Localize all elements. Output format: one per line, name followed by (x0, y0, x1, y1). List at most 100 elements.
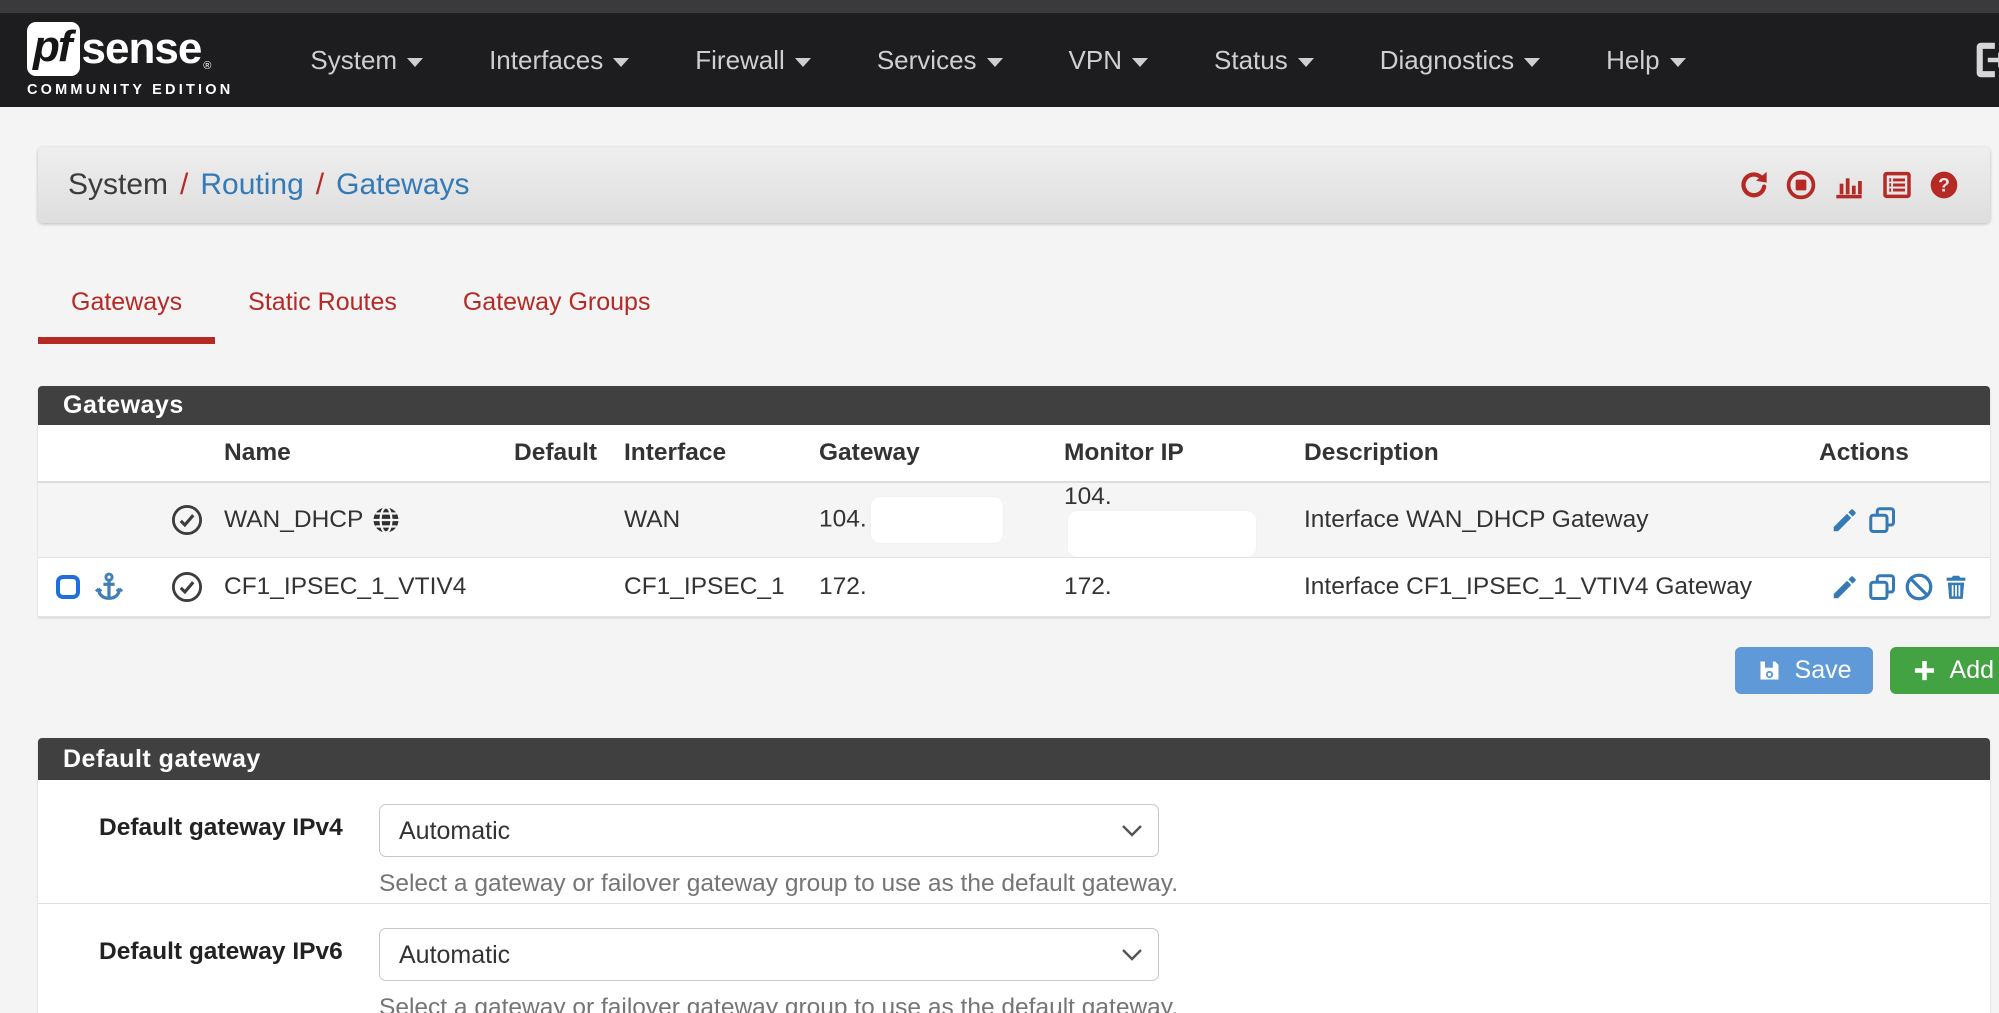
window-top-strip (0, 0, 1999, 13)
help-icon[interactable]: ? (1928, 169, 1960, 201)
row-name-cell: WAN_DHCP (216, 482, 506, 558)
nav-item-interfaces[interactable]: Interfaces (456, 13, 662, 107)
pfsense-logo-wordmark: pf sense ® (27, 22, 233, 76)
default-gateway-ipv4-label: Default gateway IPv4 (99, 814, 343, 842)
col-actions: Actions (1811, 425, 1990, 482)
chevron-down-icon (1670, 58, 1686, 67)
row-status-cell (158, 558, 216, 617)
breadcrumb-section: System (68, 168, 168, 202)
routing-tabs: Gateways Static Routes Gateway Groups (38, 274, 1999, 344)
bar-chart-icon[interactable] (1832, 169, 1866, 201)
nav-item-diagnostics[interactable]: Diagnostics (1347, 13, 1573, 107)
col-interface: Interface (616, 425, 811, 482)
form-row-default-gateway-ipv4: Default gateway IPv4 Automatic Select a … (38, 780, 1990, 903)
row-monitor-cell: 104. (1056, 482, 1296, 558)
row-interface-cell: WAN (616, 482, 811, 558)
main-navbar: pf sense ® COMMUNITY EDITION System Inte… (0, 13, 1999, 107)
col-gateway: Gateway (811, 425, 1056, 482)
breadcrumb-link-gateways[interactable]: Gateways (336, 168, 469, 202)
copy-icon[interactable] (1867, 572, 1897, 602)
copy-icon[interactable] (1867, 505, 1897, 535)
svg-text:?: ? (1938, 176, 1950, 197)
gateways-table: Name Default Interface Gateway Monitor I… (38, 425, 1990, 617)
default-gateway-ipv6-select[interactable]: Automatic (379, 928, 1159, 981)
col-name: Name (216, 425, 506, 482)
chevron-down-icon (795, 58, 811, 67)
nav-item-status[interactable]: Status (1181, 13, 1347, 107)
nav-item-label: Help (1606, 45, 1659, 76)
log-list-icon[interactable] (1881, 169, 1913, 201)
col-drag (38, 425, 158, 482)
nav-item-label: Interfaces (489, 45, 603, 76)
add-button-label: Add (1950, 656, 1994, 685)
tab-static-routes[interactable]: Static Routes (215, 274, 430, 344)
stop-circle-icon[interactable] (1785, 169, 1817, 201)
row-actions-cell (1811, 558, 1990, 617)
sign-out-icon[interactable] (1969, 37, 1999, 83)
redaction-box (871, 497, 1003, 543)
row-actions-cell (1811, 482, 1990, 558)
default-gateway-ipv4-select[interactable]: Automatic (379, 804, 1159, 857)
nav-item-help[interactable]: Help (1573, 13, 1718, 107)
breadcrumb-bar: System / Routing / Gateways ? (38, 147, 1990, 223)
chevron-down-icon (407, 58, 423, 67)
nav-item-label: Status (1214, 45, 1288, 76)
globe-icon (371, 505, 401, 535)
logo-pf: pf (27, 22, 80, 76)
table-header-row: Name Default Interface Gateway Monitor I… (38, 425, 1990, 482)
nav-item-label: Diagnostics (1380, 45, 1514, 76)
breadcrumb-actions: ? (1738, 147, 1960, 223)
save-button-label: Save (1795, 656, 1852, 685)
tab-gateways[interactable]: Gateways (38, 274, 215, 344)
row-icons-cell (38, 482, 158, 558)
refresh-icon[interactable] (1738, 169, 1770, 201)
default-gateway-ipv6-select-wrap: Automatic (379, 928, 1159, 981)
marker-square-icon (56, 575, 80, 599)
pfsense-logo[interactable]: pf sense ® COMMUNITY EDITION (27, 22, 233, 98)
redaction-box (1068, 511, 1256, 557)
gateways-panel: Gateways Name Default Interface Gateway … (38, 386, 1990, 617)
delete-trash-icon[interactable] (1941, 572, 1971, 602)
table-row: WAN_DHCP WAN 104. 104. Interface WAN_DHC… (38, 482, 1990, 558)
row-description-cell: Interface CF1_IPSEC_1_VTIV4 Gateway (1296, 558, 1811, 617)
edit-pencil-icon[interactable] (1830, 572, 1860, 602)
col-description: Description (1296, 425, 1811, 482)
default-gateway-ipv6-label: Default gateway IPv6 (99, 938, 343, 966)
row-icons-cell (38, 558, 158, 617)
row-default-cell (506, 482, 616, 558)
row-default-cell (506, 558, 616, 617)
row-gateway-cell: 172. (811, 558, 1056, 617)
gateway-ip: 104. (819, 505, 867, 532)
nav-item-services[interactable]: Services (844, 13, 1036, 107)
tab-gateway-groups[interactable]: Gateway Groups (430, 274, 684, 344)
col-default: Default (506, 425, 616, 482)
chevron-down-icon (1132, 58, 1148, 67)
nav-item-vpn[interactable]: VPN (1036, 13, 1181, 107)
add-button[interactable]: Add (1890, 647, 1999, 694)
edit-pencil-icon[interactable] (1830, 505, 1860, 535)
monitor-ip: 104. (1064, 483, 1112, 510)
row-status-cell (158, 482, 216, 558)
col-status (158, 425, 216, 482)
row-gateway-cell: 104. (811, 482, 1056, 558)
save-button[interactable]: Save (1735, 647, 1873, 694)
nav-item-label: System (310, 45, 397, 76)
chevron-down-icon (987, 58, 1003, 67)
table-actions-bar: Save Add (38, 647, 1999, 694)
col-monitor-ip: Monitor IP (1056, 425, 1296, 482)
nav-menu: System Interfaces Firewall Services VPN … (277, 13, 1718, 107)
breadcrumb-link-routing[interactable]: Routing (200, 168, 303, 202)
row-monitor-cell: 172. (1056, 558, 1296, 617)
nav-item-label: VPN (1069, 45, 1122, 76)
nav-item-label: Services (877, 45, 977, 76)
save-floppy-icon (1756, 657, 1783, 684)
nav-item-system[interactable]: System (277, 13, 456, 107)
disable-ban-icon[interactable] (1904, 572, 1934, 602)
default-gateway-ipv6-help: Select a gateway or failover gateway gro… (379, 994, 1178, 1013)
default-gateway-panel: Default gateway Default gateway IPv4 Aut… (38, 738, 1990, 1013)
anchor-icon (93, 571, 125, 603)
chevron-down-icon (1298, 58, 1314, 67)
nav-item-firewall[interactable]: Firewall (662, 13, 844, 107)
default-gateway-ipv4-help: Select a gateway or failover gateway gro… (379, 870, 1178, 898)
table-row: CF1_IPSEC_1_VTIV4 CF1_IPSEC_1 172. 172. … (38, 558, 1990, 617)
